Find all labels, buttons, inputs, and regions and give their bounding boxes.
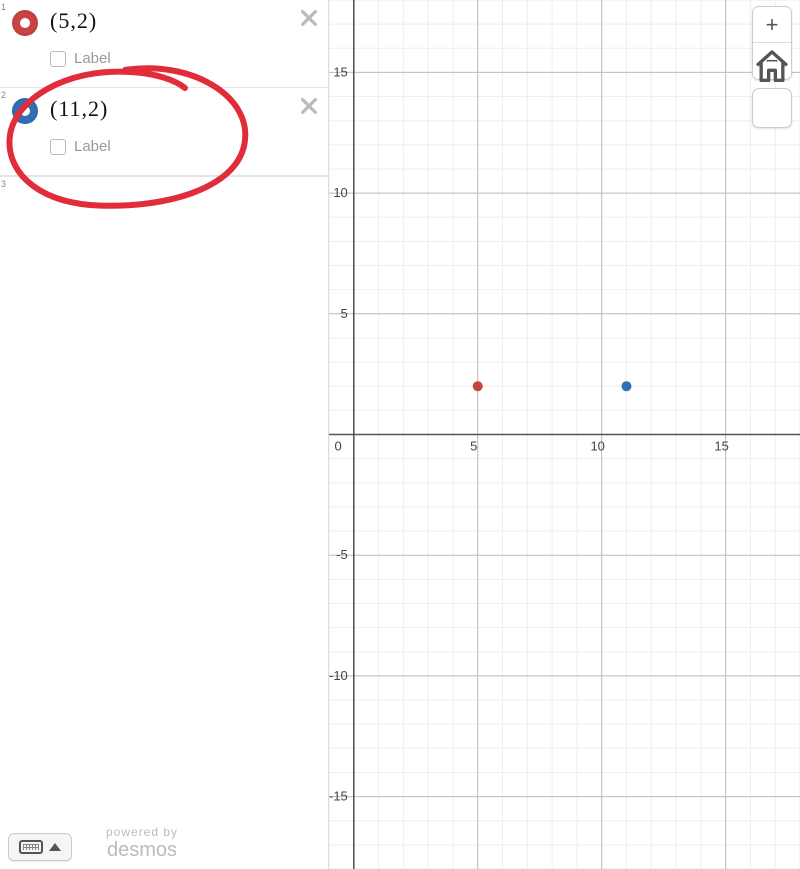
home-button[interactable]	[753, 89, 791, 127]
row-index: 1	[0, 0, 10, 12]
svg-text:15: 15	[714, 439, 728, 454]
next-row-index: 3	[0, 177, 328, 191]
svg-text:15: 15	[333, 64, 347, 79]
checkbox-icon[interactable]	[50, 139, 66, 155]
chevron-up-icon	[49, 843, 61, 851]
svg-text:-10: -10	[329, 668, 348, 683]
delete-expression-button[interactable]	[298, 94, 320, 122]
label-text: Label	[74, 50, 111, 67]
expression-row[interactable]: 1 (5,2) Label	[0, 0, 328, 88]
svg-text:0: 0	[335, 439, 342, 454]
svg-text:-5: -5	[336, 547, 348, 562]
delete-expression-button[interactable]	[298, 6, 320, 34]
point-style-icon[interactable]	[12, 98, 38, 124]
svg-text:10: 10	[333, 185, 347, 200]
svg-text:10: 10	[590, 439, 604, 454]
svg-text:5: 5	[470, 439, 477, 454]
keyboard-icon	[19, 840, 43, 854]
keyboard-toggle-button[interactable]	[8, 833, 72, 861]
home-icon	[752, 88, 792, 128]
label-toggle[interactable]: Label	[50, 50, 328, 67]
row-index: 2	[0, 88, 10, 100]
graph-canvas[interactable]: 05101551015-5-10-15 + −	[329, 0, 800, 869]
powered-by-label: powered by desmos	[106, 826, 178, 861]
expression-formula[interactable]: (11,2)	[50, 96, 328, 122]
svg-text:-15: -15	[329, 789, 348, 804]
point-style-icon[interactable]	[12, 10, 38, 36]
checkbox-icon[interactable]	[50, 51, 66, 67]
expression-formula[interactable]: (5,2)	[50, 8, 328, 34]
label-text: Label	[74, 138, 111, 155]
svg-text:5: 5	[341, 306, 348, 321]
expression-row[interactable]: 2 (11,2) Label	[0, 88, 328, 176]
expression-sidebar: 1 (5,2) Label 2	[0, 0, 329, 869]
expression-list: 1 (5,2) Label 2	[0, 0, 328, 177]
label-toggle[interactable]: Label	[50, 138, 328, 155]
